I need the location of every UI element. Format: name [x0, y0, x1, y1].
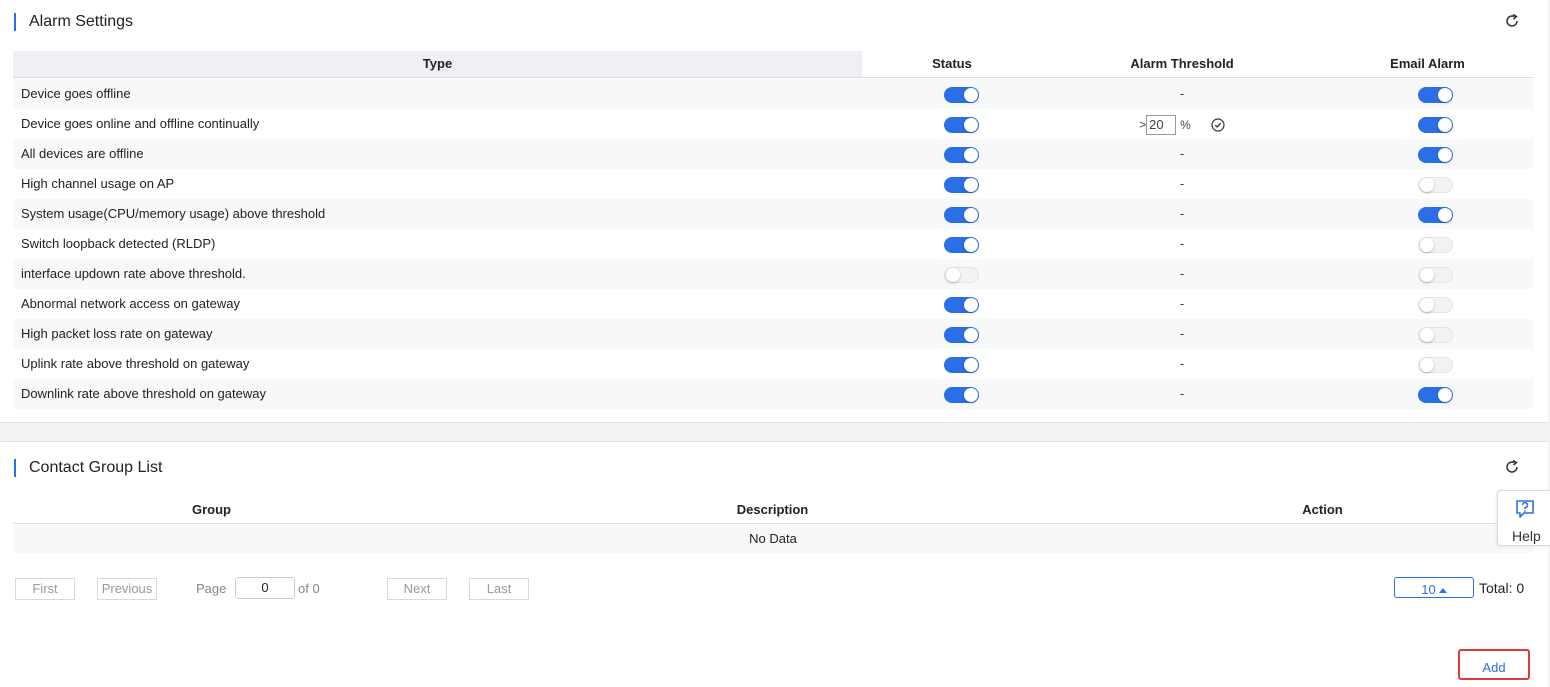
status-toggle[interactable] — [944, 117, 979, 133]
email-alarm-toggle[interactable] — [1418, 237, 1453, 253]
refresh-icon[interactable] — [1504, 459, 1520, 475]
email-alarm-toggle[interactable] — [1418, 297, 1453, 313]
table-row: Device goes offline - — [13, 79, 1533, 109]
status-toggle[interactable] — [944, 177, 979, 193]
column-description: Description — [736, 502, 809, 517]
email-alarm-toggle[interactable] — [1418, 147, 1453, 163]
status-toggle[interactable] — [944, 357, 979, 373]
previous-page-button[interactable]: Previous — [97, 578, 157, 600]
alarm-threshold-value: - — [1179, 146, 1185, 161]
threshold-prefix: > — [1139, 117, 1147, 132]
alarm-type-label: High packet loss rate on gateway — [21, 326, 213, 341]
status-toggle[interactable] — [944, 147, 979, 163]
alarm-threshold-value: - — [1179, 206, 1185, 221]
help-button[interactable]: Help — [1497, 490, 1550, 546]
status-toggle[interactable] — [944, 297, 979, 313]
alarm-settings-panel: Alarm Settings Type Status Alarm Thresho… — [0, 0, 1548, 423]
alarm-type-label: Downlink rate above threshold on gateway — [21, 386, 266, 401]
no-data-row: No Data — [13, 525, 1533, 553]
alarm-type-label: Device goes online and offline continual… — [21, 116, 260, 131]
contact-group-panel: Contact Group List Group Description Act… — [0, 441, 1548, 687]
column-action: Action — [1302, 502, 1343, 517]
page-of-label: of 0 — [298, 581, 320, 596]
column-group: Group — [192, 502, 231, 517]
table-row: Uplink rate above threshold on gateway - — [13, 349, 1533, 379]
table-row: High packet loss rate on gateway - — [13, 319, 1533, 349]
alarm-threshold-value: - — [1179, 356, 1185, 371]
alarm-threshold-value: - — [1179, 266, 1185, 281]
email-alarm-toggle[interactable] — [1418, 357, 1453, 373]
page-label: Page — [196, 581, 227, 596]
alarm-threshold-value: - — [1179, 236, 1185, 251]
status-toggle[interactable] — [944, 207, 979, 223]
alarm-type-label: Device goes offline — [21, 86, 131, 101]
alarm-threshold-value: - — [1179, 386, 1185, 401]
contact-table-header: Group Description Action — [13, 496, 1533, 524]
alarm-type-label: Switch loopback detected (RLDP) — [21, 236, 216, 251]
email-alarm-toggle[interactable] — [1418, 327, 1453, 343]
email-alarm-toggle[interactable] — [1418, 177, 1453, 193]
email-alarm-toggle[interactable] — [1418, 207, 1453, 223]
page-number-input[interactable]: 0 — [235, 577, 295, 599]
total-count: Total: 0 — [1479, 580, 1525, 596]
email-alarm-toggle[interactable] — [1418, 117, 1453, 133]
threshold-input[interactable]: 20 — [1146, 114, 1177, 135]
alarm-threshold-value: - — [1179, 296, 1185, 311]
alarm-threshold-cell: >20% — [1042, 109, 1322, 139]
alarm-type-label: Abnormal network access on gateway — [21, 296, 240, 311]
alarm-threshold-value: - — [1179, 176, 1185, 191]
column-status: Status — [932, 56, 972, 71]
status-toggle[interactable] — [944, 87, 979, 103]
alarm-type-label: System usage(CPU/memory usage) above thr… — [21, 206, 326, 221]
alarm-type-label: Uplink rate above threshold on gateway — [21, 356, 250, 371]
refresh-icon[interactable] — [1504, 13, 1520, 29]
threshold-unit: % — [1180, 117, 1191, 132]
table-row: All devices are offline - — [13, 139, 1533, 169]
table-row: Downlink rate above threshold on gateway… — [13, 379, 1533, 409]
table-row: System usage(CPU/memory usage) above thr… — [13, 199, 1533, 229]
email-alarm-toggle[interactable] — [1418, 87, 1453, 103]
page-size-select[interactable]: 10 — [1394, 577, 1474, 598]
alarm-type-label: All devices are offline — [21, 146, 144, 161]
email-alarm-toggle[interactable] — [1418, 387, 1453, 403]
help-label: Help — [1512, 528, 1541, 544]
table-row: interface updown rate above threshold. - — [13, 259, 1533, 289]
column-type: Type — [13, 51, 862, 77]
email-alarm-toggle[interactable] — [1418, 267, 1453, 283]
last-page-button[interactable]: Last — [469, 578, 529, 600]
column-email-alarm: Email Alarm — [1390, 56, 1465, 71]
status-toggle[interactable] — [944, 327, 979, 343]
alarm-table-header: Type Status Alarm Threshold Email Alarm — [13, 51, 1533, 78]
alarm-threshold-value: - — [1179, 326, 1185, 341]
caret-up-icon — [1438, 588, 1447, 593]
alarm-threshold-value: - — [1179, 86, 1185, 101]
status-toggle[interactable] — [944, 237, 979, 253]
column-alarm-threshold: Alarm Threshold — [1130, 56, 1234, 71]
table-row: Device goes online and offline continual… — [13, 109, 1533, 139]
status-toggle[interactable] — [944, 267, 979, 283]
table-row: Abnormal network access on gateway - — [13, 289, 1533, 319]
status-toggle[interactable] — [944, 387, 979, 403]
table-row: Switch loopback detected (RLDP) - — [13, 229, 1533, 259]
confirm-check-icon[interactable] — [1211, 117, 1225, 132]
add-button[interactable]: Add — [1458, 649, 1530, 680]
help-chat-icon — [1516, 500, 1534, 518]
table-row: High channel usage on AP - — [13, 169, 1533, 199]
contact-group-title: Contact Group List — [14, 459, 162, 477]
next-page-button[interactable]: Next — [387, 578, 447, 600]
alarm-type-label: High channel usage on AP — [21, 176, 175, 191]
alarm-settings-title: Alarm Settings — [14, 13, 133, 31]
alarm-type-label: interface updown rate above threshold. — [21, 266, 246, 281]
page-size-value: 10 — [1421, 582, 1436, 597]
first-page-button[interactable]: First — [15, 578, 75, 600]
